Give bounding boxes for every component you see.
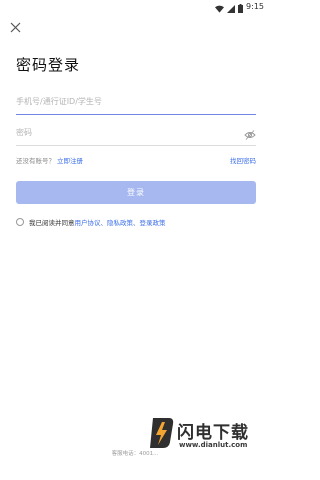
privacy-policy-link[interactable]: 隐私政策、 <box>107 217 140 227</box>
wifi-icon <box>215 0 225 17</box>
eye-off-icon[interactable] <box>244 126 256 140</box>
agreement-row: 我已阅读并同意 用户协议、 隐私政策、 登录政策 <box>16 216 166 228</box>
login-button[interactable]: 登录 <box>16 181 256 204</box>
account-input[interactable] <box>16 89 236 114</box>
user-agreement-link[interactable]: 用户协议、 <box>75 217 108 227</box>
close-icon <box>10 18 21 37</box>
lightning-logo-icon <box>147 416 177 450</box>
status-bar: 9:15 <box>0 0 270 14</box>
login-policy-link[interactable]: 登录政策 <box>140 217 166 227</box>
agreement-prefix: 我已阅读并同意 <box>29 219 75 227</box>
password-input[interactable] <box>16 120 236 145</box>
register-link[interactable]: 立即注册 <box>57 157 83 165</box>
status-icons: 9:15 <box>215 2 264 13</box>
password-field <box>16 120 256 146</box>
watermark-url: www.dianlut.com <box>179 441 248 449</box>
watermark-title: 闪电下载 <box>177 423 249 443</box>
register-row: 还没有账号？ 立即注册 找回密码 <box>16 155 256 167</box>
close-button[interactable] <box>7 19 23 35</box>
register-hint: 还没有账号？ <box>16 157 55 165</box>
forgot-password-link[interactable]: 找回密码 <box>230 155 256 167</box>
signal-icon <box>227 0 236 17</box>
page-title: 密码登录 <box>16 56 81 74</box>
battery-icon <box>238 0 244 17</box>
status-time: 9:15 <box>246 2 264 11</box>
watermark: 闪电下载 www.dianlut.com <box>147 416 267 456</box>
account-field <box>16 89 256 115</box>
agreement-checkbox[interactable] <box>16 218 24 226</box>
